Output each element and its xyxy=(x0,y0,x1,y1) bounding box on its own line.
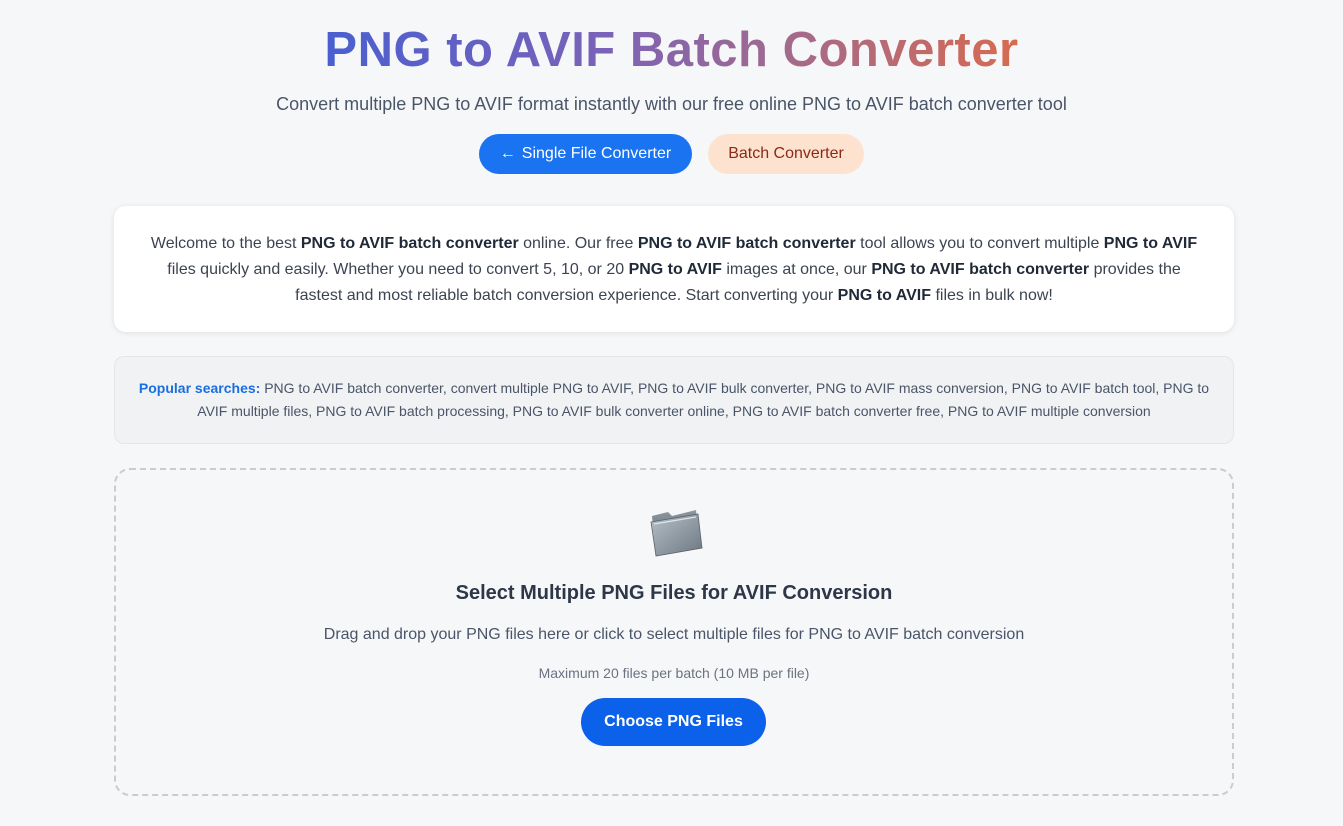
choose-png-files-button[interactable]: Choose PNG Files xyxy=(581,698,766,746)
popular-searches: Popular searches: PNG to AVIF batch conv… xyxy=(114,356,1234,444)
batch-converter-button[interactable]: Batch Converter xyxy=(708,134,864,174)
intro-text: tool allows you to convert multiple xyxy=(855,235,1104,252)
intro-keyword: PNG to AVIF xyxy=(837,287,931,304)
file-dropzone[interactable]: Select Multiple PNG Files for AVIF Conve… xyxy=(114,468,1234,796)
page-title: PNG to AVIF Batch Converter xyxy=(0,20,1343,80)
intro-keyword: PNG to AVIF batch converter xyxy=(871,261,1090,278)
folder-icon xyxy=(650,510,703,557)
arrow-left-icon: ← xyxy=(499,145,516,162)
intro-keyword: PNG to AVIF xyxy=(1103,235,1198,252)
intro-text: images at once, our xyxy=(721,261,872,278)
intro-text: files quickly and easily. Whether you ne… xyxy=(167,261,629,278)
dropzone-title: Select Multiple PNG Files for AVIF Conve… xyxy=(455,582,893,604)
popular-searches-label: Popular searches: xyxy=(138,380,261,396)
converter-nav: ← Single File Converter Batch Converter xyxy=(0,134,1343,174)
single-file-converter-button[interactable]: ← Single File Converter xyxy=(479,134,692,174)
page: PNG to AVIF Batch Converter Convert mult… xyxy=(0,0,1343,826)
page-subtitle: Convert multiple PNG to AVIF format inst… xyxy=(276,94,1067,114)
dropzone-limit: Maximum 20 files per batch (10 MB per fi… xyxy=(538,665,810,681)
dropzone-description: Drag and drop your PNG files here or cli… xyxy=(323,626,1025,643)
page-title-text: PNG to AVIF Batch Converter xyxy=(324,23,1019,77)
intro-text: Welcome to the best xyxy=(150,235,301,252)
batch-converter-label: Batch Converter xyxy=(728,145,844,162)
single-file-converter-label: Single File Converter xyxy=(521,145,672,162)
popular-searches-list: PNG to AVIF batch converter, convert mul… xyxy=(197,380,1210,419)
intro-text: files in bulk now! xyxy=(931,287,1053,304)
intro-card: Welcome to the best PNG to AVIF batch co… xyxy=(114,206,1234,332)
intro-keyword: PNG to AVIF xyxy=(628,261,722,278)
intro-keyword: PNG to AVIF batch converter xyxy=(637,235,856,252)
intro-text: online. Our free xyxy=(518,235,638,252)
intro-keyword: PNG to AVIF batch converter xyxy=(300,235,519,252)
